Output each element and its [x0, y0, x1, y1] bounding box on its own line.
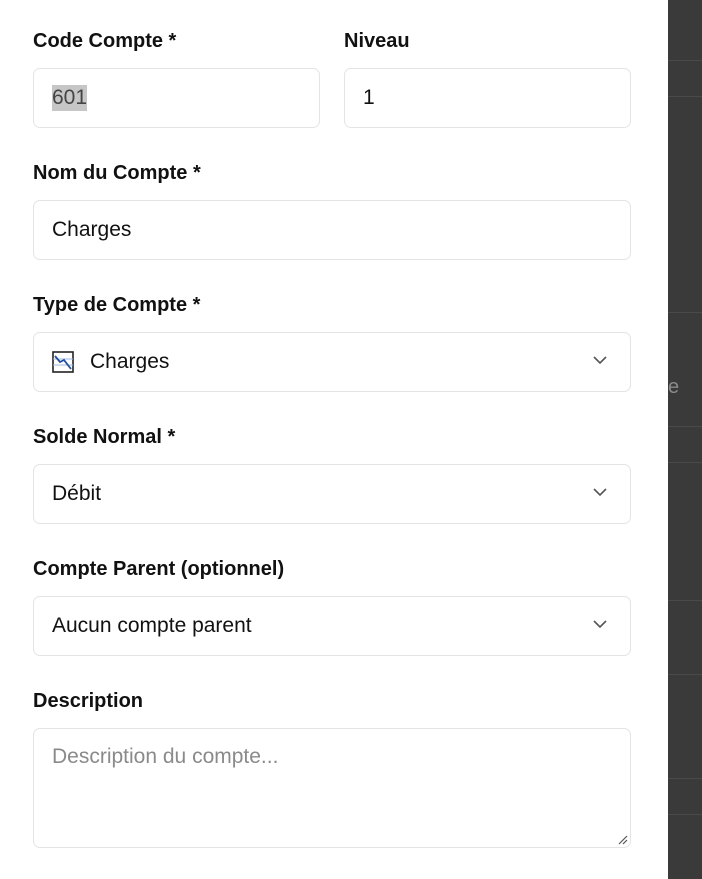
backdrop-divider — [668, 600, 702, 601]
niveau-label: Niveau — [344, 30, 410, 52]
description-label: Description — [33, 690, 144, 712]
code-compte-input[interactable]: 601 — [33, 68, 320, 128]
nom-compte-label: Nom du Compte * — [33, 162, 201, 184]
backdrop-divider — [668, 96, 702, 97]
code-compte-label: Code Compte * — [33, 30, 177, 52]
compte-parent-select[interactable]: Aucun compte parent — [33, 596, 631, 656]
niveau-value: 1 — [363, 86, 375, 109]
type-compte-label: Type de Compte * — [33, 294, 201, 316]
backdrop-divider — [668, 674, 702, 675]
backdrop-divider — [668, 60, 702, 61]
type-compte-value: Charges — [90, 350, 170, 373]
solde-normal-select[interactable]: Débit — [33, 464, 631, 524]
niveau-input[interactable]: 1 — [344, 68, 631, 128]
nom-compte-input[interactable]: Charges — [33, 200, 631, 260]
backdrop-divider — [668, 312, 702, 313]
solde-normal-label: Solde Normal * — [33, 426, 176, 448]
resize-handle-icon[interactable] — [616, 833, 628, 845]
chevron-down-icon — [593, 620, 607, 629]
backdrop-divider — [668, 462, 702, 463]
description-placeholder: Description du compte... — [52, 745, 279, 768]
modal-backdrop[interactable]: e — [668, 0, 702, 879]
compte-parent-value: Aucun compte parent — [52, 614, 252, 637]
chart-decreasing-icon — [52, 351, 74, 373]
description-textarea[interactable]: Description du compte... — [33, 728, 631, 848]
nom-compte-value: Charges — [52, 218, 132, 241]
compte-parent-label: Compte Parent (optionnel) — [33, 558, 285, 580]
backdrop-divider — [668, 814, 702, 815]
chevron-down-icon — [593, 356, 607, 365]
type-compte-select[interactable]: Charges — [33, 332, 631, 392]
backdrop-partial-text: e — [668, 376, 680, 398]
solde-normal-value: Débit — [52, 482, 102, 505]
account-form-panel: Code Compte * 601 Niveau 1 Nom du Compte… — [0, 0, 668, 879]
code-compte-value: 601 — [52, 85, 88, 111]
backdrop-divider — [668, 426, 702, 427]
chevron-down-icon — [593, 488, 607, 497]
backdrop-divider — [668, 778, 702, 779]
